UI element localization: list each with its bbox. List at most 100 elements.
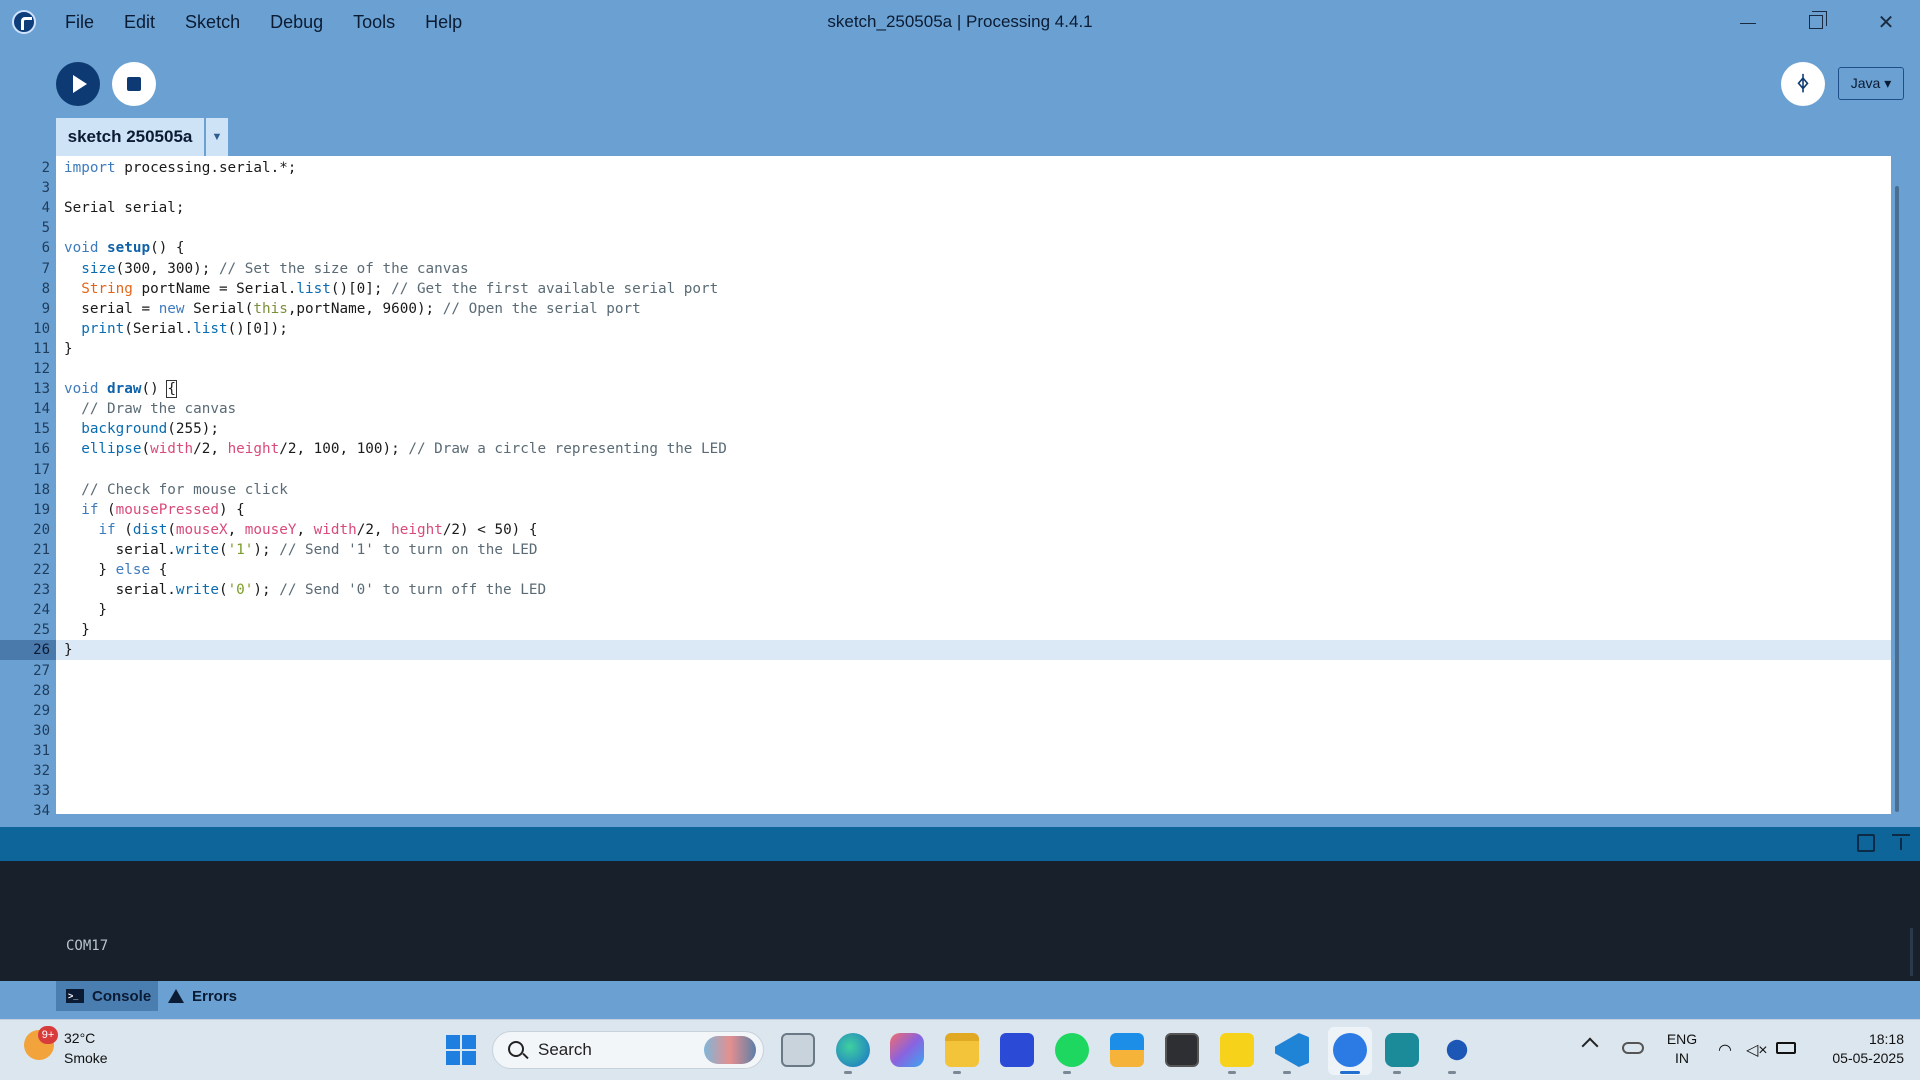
line-number: 14 [33,401,50,418]
volume-muted-icon[interactable]: ◁× [1746,1040,1768,1060]
restore-icon [1809,11,1827,29]
battery-icon[interactable] [1776,1042,1796,1054]
code-line[interactable]: print(Serial.list()[0]); [64,319,288,339]
code-line[interactable]: void draw() { [64,379,177,399]
code-line[interactable]: } [64,339,73,359]
line-number: 15 [33,421,50,438]
current-line-highlight [56,640,1891,661]
running-indicator [1448,1071,1456,1074]
tab-errors[interactable]: Errors [168,981,268,1011]
warning-icon [168,989,184,1003]
code-line[interactable]: serial.write('1'); // Send '1' to turn o… [64,540,538,560]
processing-sketch-icon[interactable] [1446,1039,1468,1061]
menu-help[interactable]: Help [410,0,477,44]
minimize-button[interactable] [1714,0,1782,44]
system-clock[interactable]: 18:18 05-05-2025 [1812,1030,1904,1068]
menu-tools[interactable]: Tools [338,0,410,44]
file-explorer-icon[interactable] [945,1033,979,1067]
terminal-icon: >_ [66,989,84,1003]
menu-file[interactable]: File [50,0,109,44]
task-view-icon[interactable] [781,1033,815,1067]
stop-button[interactable] [112,62,156,106]
line-number: 7 [41,260,50,277]
code-line[interactable]: // Check for mouse click [64,480,288,500]
line-number: 31 [33,742,50,759]
running-indicator [1393,1071,1401,1074]
console-panel[interactable] [0,861,1920,981]
running-indicator [1283,1071,1291,1074]
running-indicator [844,1071,852,1074]
menu-edit[interactable]: Edit [109,0,170,44]
code-line[interactable]: void setup() { [64,238,185,258]
debugger-button[interactable]: ᛄ [1781,62,1825,106]
code-line[interactable]: Serial serial; [64,198,185,218]
line-number: 34 [33,803,50,820]
processing-logo-icon[interactable] [12,10,36,34]
line-number: 17 [33,461,50,478]
weather-temperature[interactable]: 32°C [64,1030,95,1046]
region-code: IN [1675,1050,1689,1066]
code-line[interactable]: ellipse(width/2, height/2, 100, 100); //… [64,439,727,459]
onedrive-icon[interactable] [1622,1042,1644,1054]
menu-sketch[interactable]: Sketch [170,0,255,44]
code-line[interactable]: // Draw the canvas [64,399,236,419]
debugger-icon: ᛄ [1797,72,1809,95]
sticky-notes-icon[interactable] [1220,1033,1254,1067]
code-line[interactable]: } [64,620,90,640]
line-number: 11 [33,340,50,357]
copy-icon[interactable] [1857,834,1875,852]
code-line[interactable]: size(300, 300); // Set the size of the c… [64,259,468,279]
line-number: 21 [33,541,50,558]
edge-icon[interactable] [836,1033,870,1067]
code-line[interactable]: serial.write('0'); // Send '0' to turn o… [64,580,546,600]
processing-app-icon[interactable] [1333,1033,1367,1067]
line-number: 13 [33,381,50,398]
wifi-icon[interactable]: ◠ [1718,1040,1732,1060]
close-button[interactable]: ✕ [1852,0,1920,44]
line-number: 30 [33,722,50,739]
arduino-icon[interactable] [1385,1033,1419,1067]
tab-errors-label: Errors [192,987,238,1005]
tab-console[interactable]: >_ Console [56,981,158,1011]
spotify-icon[interactable] [1055,1033,1089,1067]
code-line[interactable]: if (mousePressed) { [64,500,245,520]
weather-description[interactable]: Smoke [64,1050,108,1066]
code-line[interactable]: String portName = Serial.list()[0]; // G… [64,279,718,299]
tab-sketch[interactable]: sketch 250505a [56,118,204,156]
console-header [0,827,1920,861]
running-indicator [1063,1071,1071,1074]
line-number: 33 [33,783,50,800]
terminal-app-icon[interactable] [1165,1033,1199,1067]
copilot-icon[interactable] [890,1033,924,1067]
weather-badge: 9+ [38,1026,58,1044]
line-number: 27 [33,662,50,679]
code-line[interactable]: import processing.serial.*; [64,158,296,178]
active-indicator [1340,1071,1360,1074]
clock-time: 18:18 [1868,1031,1904,1047]
line-number: 25 [33,622,50,639]
code-line[interactable]: background(255); [64,419,219,439]
language-indicator[interactable]: ENG IN [1664,1030,1700,1068]
code-line[interactable]: } [64,600,107,620]
store-icon[interactable] [1110,1033,1144,1067]
tab-menu-button[interactable]: ▼ [206,118,228,156]
run-button[interactable] [56,62,100,106]
line-number: 26 [0,640,56,661]
line-number: 9 [41,300,50,317]
line-number: 2 [41,160,50,176]
mode-select[interactable]: Java ▾ [1838,67,1904,100]
code-editor[interactable]: import processing.serial.*; Serial serial… [56,156,1891,814]
editor-scrollbar-thumb[interactable] [1895,186,1899,812]
code-line[interactable]: } [64,640,73,660]
restore-button[interactable] [1782,0,1850,44]
code-line[interactable]: } else { [64,560,167,580]
line-number: 23 [33,582,50,599]
app-icon[interactable] [1000,1033,1034,1067]
menu-debug[interactable]: Debug [255,0,338,44]
code-line[interactable]: if (dist(mouseX, mouseY, width/2, height… [64,520,537,540]
start-button[interactable] [446,1035,476,1065]
console-tabs-bar [0,981,1920,1019]
code-line[interactable]: serial = new Serial(this,portName, 9600)… [64,299,641,319]
console-scrollbar[interactable] [1910,928,1913,976]
clear-console-icon[interactable] [1892,834,1910,852]
